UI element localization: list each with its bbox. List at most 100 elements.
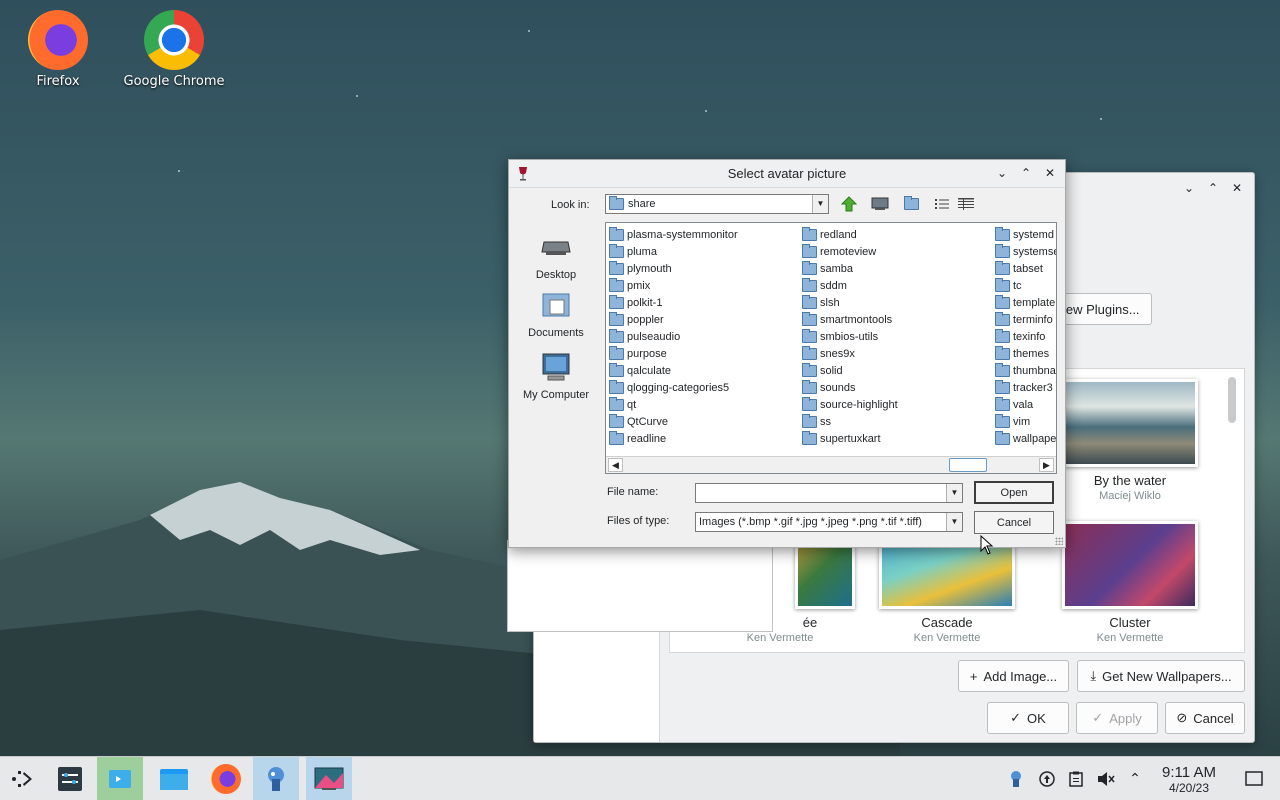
ok-button[interactable]: ✓ OK bbox=[987, 702, 1069, 734]
folder-name: terminfo bbox=[1013, 313, 1053, 326]
file-list[interactable]: plasma-systemmonitor pluma plymouth pmix pol… bbox=[605, 222, 1057, 474]
folder-item[interactable]: polkit-1 bbox=[609, 294, 738, 311]
scrollbar[interactable] bbox=[1228, 377, 1236, 423]
desktop-button[interactable] bbox=[869, 194, 891, 214]
button-label: New Plugins... bbox=[1056, 301, 1140, 317]
taskbar-discover[interactable] bbox=[97, 757, 143, 800]
folder-item[interactable]: sddm bbox=[802, 277, 898, 294]
folder-item[interactable]: tracker3 bbox=[995, 379, 1056, 396]
folder-item[interactable]: sounds bbox=[802, 379, 898, 396]
folder-item[interactable]: wallpape bbox=[995, 430, 1056, 447]
wallpaper-author: Ken Vermette bbox=[1096, 632, 1164, 644]
discover-icon bbox=[109, 770, 131, 788]
cancel-button[interactable]: ⊘ Cancel bbox=[1165, 702, 1245, 734]
close-icon[interactable]: ✕ bbox=[1043, 166, 1057, 180]
maximize-icon[interactable]: ⌃ bbox=[1206, 181, 1220, 195]
wallpaper-item[interactable]: Cluster Ken Vermette bbox=[1055, 521, 1205, 644]
file-name-input[interactable]: ▼ bbox=[695, 483, 963, 503]
files-of-type-combo[interactable]: Images (*.bmp *.gif *.jpg *.jpeg *.png *… bbox=[695, 512, 963, 532]
chevron-down-icon[interactable]: ▼ bbox=[946, 484, 962, 502]
folder-item[interactable]: supertuxkart bbox=[802, 430, 898, 447]
places-my-computer[interactable]: My Computer bbox=[521, 352, 591, 401]
resize-grip[interactable] bbox=[1055, 537, 1063, 545]
folder-item[interactable]: readline bbox=[609, 430, 738, 447]
folder-item[interactable]: tc bbox=[995, 277, 1056, 294]
desktop-icon-chrome[interactable]: Google Chrome bbox=[119, 10, 229, 89]
folder-item[interactable]: smartmontools bbox=[802, 311, 898, 328]
folder-item[interactable]: snes9x bbox=[802, 345, 898, 362]
folder-item[interactable]: poppler bbox=[609, 311, 738, 328]
folder-item[interactable]: slsh bbox=[802, 294, 898, 311]
folder-item[interactable]: qlogging-categories5 bbox=[609, 379, 738, 396]
open-button[interactable]: Open bbox=[974, 481, 1054, 504]
folder-item[interactable]: pluma bbox=[609, 243, 738, 260]
folder-item[interactable]: plymouth bbox=[609, 260, 738, 277]
folder-item[interactable]: vim bbox=[995, 413, 1056, 430]
folder-item[interactable]: qalculate bbox=[609, 362, 738, 379]
folder-icon bbox=[609, 379, 624, 394]
new-folder-button[interactable] bbox=[900, 194, 922, 214]
list-view-icon bbox=[935, 199, 949, 209]
folder-item[interactable]: plasma-systemmonitor bbox=[609, 226, 738, 243]
tray-wine[interactable] bbox=[1004, 757, 1028, 800]
apply-button[interactable]: ✓ Apply bbox=[1076, 702, 1158, 734]
close-icon[interactable]: ✕ bbox=[1230, 181, 1244, 195]
folder-icon bbox=[802, 294, 817, 309]
maximize-icon[interactable]: ⌃ bbox=[1019, 166, 1033, 180]
folder-item[interactable]: source-highlight bbox=[802, 396, 898, 413]
list-view-button[interactable] bbox=[931, 194, 953, 214]
minimize-icon[interactable]: ⌄ bbox=[1182, 181, 1196, 195]
up-folder-button[interactable] bbox=[838, 194, 860, 214]
folder-item[interactable]: smbios-utils bbox=[802, 328, 898, 345]
folder-item[interactable]: qt bbox=[609, 396, 738, 413]
folder-item[interactable]: solid bbox=[802, 362, 898, 379]
taskbar-file-manager[interactable] bbox=[151, 757, 197, 800]
folder-item[interactable]: systemd bbox=[995, 226, 1056, 243]
folder-item[interactable]: samba bbox=[802, 260, 898, 277]
folder-item[interactable]: redland bbox=[802, 226, 898, 243]
folder-item[interactable]: systemse bbox=[995, 243, 1056, 260]
folder-item[interactable]: ss bbox=[802, 413, 898, 430]
scroll-right-icon[interactable]: ▶ bbox=[1039, 458, 1054, 472]
folder-item[interactable]: terminfo bbox=[995, 311, 1056, 328]
get-new-wallpapers-button[interactable]: ⤓ Get New Wallpapers... bbox=[1077, 660, 1245, 692]
scrollbar-thumb[interactable] bbox=[949, 458, 987, 472]
horizontal-scrollbar[interactable]: ◀ ▶ bbox=[606, 456, 1056, 473]
folder-icon bbox=[802, 311, 817, 326]
scroll-left-icon[interactable]: ◀ bbox=[608, 458, 623, 472]
clock[interactable]: 9:11 AM 4/20/23 bbox=[1150, 764, 1228, 795]
folder-item[interactable]: texinfo bbox=[995, 328, 1056, 345]
details-view-button[interactable] bbox=[955, 194, 977, 214]
desktop-icon-firefox[interactable]: Firefox bbox=[3, 10, 113, 89]
tray-volume[interactable] bbox=[1094, 757, 1118, 800]
folder-item[interactable]: pmix bbox=[609, 277, 738, 294]
folder-item[interactable]: template bbox=[995, 294, 1056, 311]
folder-item[interactable]: pulseaudio bbox=[609, 328, 738, 345]
tray-updates[interactable] bbox=[1035, 757, 1059, 800]
taskbar-firefox[interactable] bbox=[203, 757, 249, 800]
mouse-cursor-icon bbox=[980, 535, 994, 555]
add-image-button[interactable]: + Add Image... bbox=[958, 660, 1069, 692]
folder-name: thumbna bbox=[1013, 364, 1056, 377]
folder-item[interactable]: tabset bbox=[995, 260, 1056, 277]
folder-item[interactable]: themes bbox=[995, 345, 1056, 362]
taskbar-wine-app[interactable] bbox=[253, 757, 299, 800]
wallpaper-item[interactable]: By the water Maciej Wiklo bbox=[1055, 379, 1205, 502]
show-desktop-button[interactable] bbox=[1242, 757, 1266, 800]
taskbar-system-settings[interactable] bbox=[47, 757, 93, 800]
places-desktop[interactable]: Desktop bbox=[521, 232, 591, 281]
app-launcher-button[interactable] bbox=[0, 757, 46, 800]
places-documents[interactable]: Documents bbox=[521, 290, 591, 339]
minimize-icon[interactable]: ⌄ bbox=[995, 166, 1009, 180]
folder-item[interactable]: remoteview bbox=[802, 243, 898, 260]
tray-clipboard[interactable] bbox=[1064, 757, 1088, 800]
folder-item[interactable]: vala bbox=[995, 396, 1056, 413]
folder-item[interactable]: QtCurve bbox=[609, 413, 738, 430]
cancel-button[interactable]: Cancel bbox=[974, 511, 1054, 534]
taskbar-wallpaper-settings[interactable] bbox=[306, 757, 352, 800]
look-in-combo[interactable]: share ▼ bbox=[605, 194, 829, 214]
folder-item[interactable]: purpose bbox=[609, 345, 738, 362]
folder-item[interactable]: thumbna bbox=[995, 362, 1056, 379]
computer-icon bbox=[542, 353, 570, 381]
tray-expand[interactable]: ⌃ bbox=[1123, 757, 1147, 800]
